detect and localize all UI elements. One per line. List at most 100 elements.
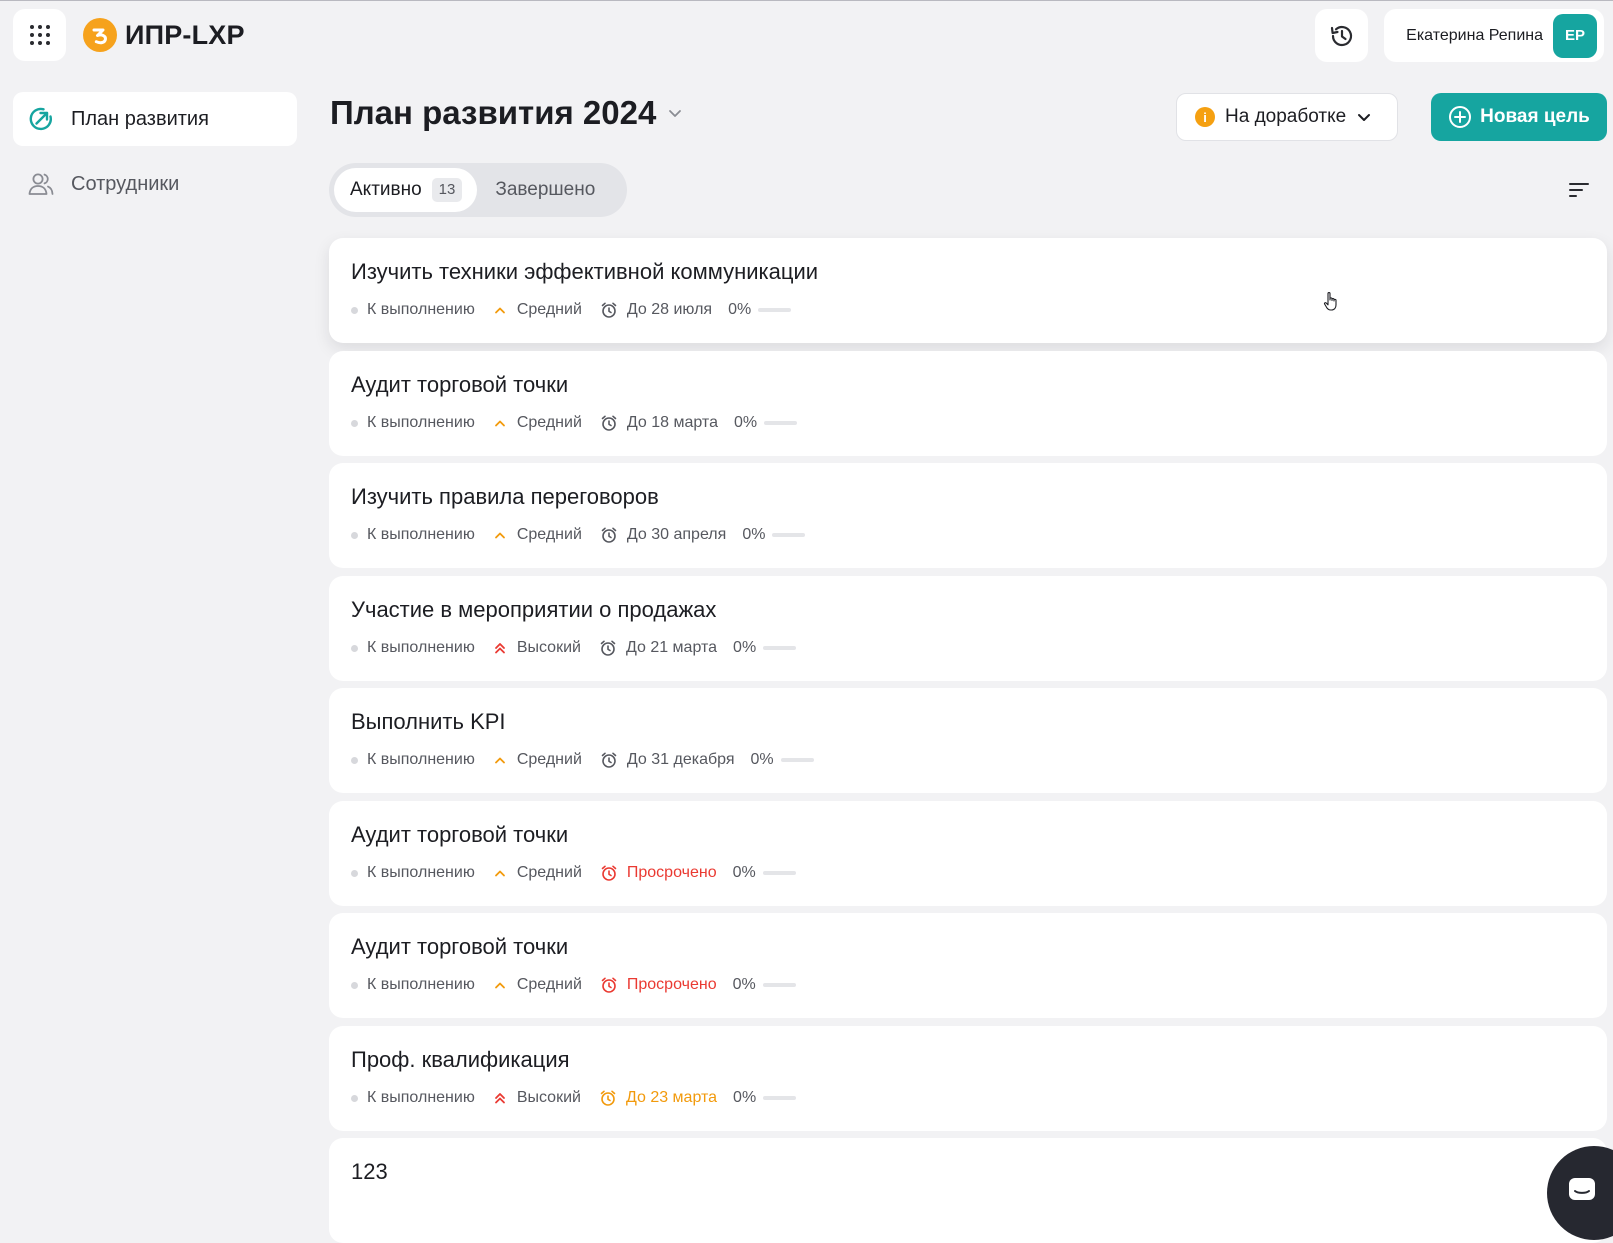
goal-progress-bar <box>758 308 792 312</box>
goal-card[interactable]: Аудит торговой точки К выполнению Средний Д… <box>329 351 1607 456</box>
goal-title: Участие в мероприятии о продажах <box>351 597 717 622</box>
status-dot <box>351 1094 358 1102</box>
goal-deadline: До 18 марта <box>626 414 718 431</box>
goal-priority: Высокий <box>516 1089 581 1106</box>
goal-progress-bar <box>764 421 798 425</box>
goal-progress-value: 0% <box>733 1089 757 1106</box>
goal-status: К выполнению <box>367 751 475 768</box>
goal-progress-bar <box>762 983 796 987</box>
goal-card[interactable]: Изучить правила переговоров К выполнению С… <box>329 463 1607 568</box>
goal-priority: Средний <box>516 751 582 768</box>
goal-title: 123 <box>351 1159 388 1184</box>
goal-title: Аудит торговой точки <box>351 822 569 847</box>
goal-meta: К выполнению Средний Просрочено 0% <box>351 863 1607 883</box>
pointer-cursor-icon <box>1323 292 1337 311</box>
status-filter-value: На доработке <box>1225 106 1347 127</box>
grid-icon <box>29 25 50 45</box>
goal-progress-value: 0% <box>750 751 774 768</box>
goal-card[interactable]: Участие в мероприятии о продажах К выполн… <box>329 576 1607 681</box>
goal-progress-bar <box>780 758 814 762</box>
goal-progress-bar <box>763 646 797 650</box>
chat-icon <box>1569 1178 1595 1200</box>
goal-progress-value: 0% <box>733 639 757 656</box>
goal-deadline: До 30 апреля <box>626 526 727 543</box>
goal-meta: К выполнению Средний До 30 апреля 0% <box>351 525 1607 545</box>
goal-card[interactable]: Аудит торговой точки К выполнению Средний П… <box>329 913 1607 1018</box>
goal-card[interactable]: Изучить техники эффективной коммуникации… <box>329 238 1607 343</box>
new-goal-button[interactable]: Новая цель <box>1431 93 1607 141</box>
status-dot <box>351 419 358 427</box>
history-button[interactable] <box>1315 9 1368 62</box>
goal-progress-value: 0% <box>728 301 752 318</box>
goal-tabs: Активно 13 Завершено <box>329 163 627 217</box>
goal-meta: К выполнению Высокий До 21 марта 0% <box>351 638 1607 658</box>
goal-progress-value: 0% <box>733 414 758 431</box>
goal-priority: Средний <box>516 976 582 993</box>
window-top-border <box>0 0 1613 1</box>
status-dot <box>351 981 358 989</box>
goal-title: Изучить техники эффективной коммуникации <box>351 259 819 284</box>
plan-title-dropdown[interactable]: План развития 2024 <box>330 94 682 132</box>
new-goal-label: Новая цель <box>1480 106 1590 127</box>
goal-title: Аудит торговой точки <box>351 372 569 397</box>
sort-icon[interactable] <box>1566 180 1592 200</box>
sidebar-item-development-plan[interactable]: План развития <box>13 92 297 146</box>
alarm-clock-icon <box>600 301 618 319</box>
apps-menu-button[interactable] <box>13 9 66 61</box>
goal-deadline: Просрочено <box>626 976 717 993</box>
status-filter-select[interactable]: i На доработке <box>1176 93 1398 141</box>
app-logo[interactable]: ИПР-LXP <box>83 18 245 52</box>
alarm-clock-icon <box>600 526 618 544</box>
chevron-up-icon <box>493 528 507 542</box>
tab-label: Завершено <box>495 179 596 200</box>
page-title: План развития 2024 <box>330 94 657 131</box>
sidebar-item-label: План развития <box>71 107 209 130</box>
goal-status: К выполнению <box>367 526 475 543</box>
tab-completed[interactable]: Завершено <box>477 168 613 212</box>
goal-priority: Средний <box>516 414 582 431</box>
status-dot <box>351 869 358 877</box>
alarm-clock-icon <box>600 751 618 769</box>
chevron-down-icon <box>1358 114 1371 121</box>
user-profile-button[interactable]: Екатерина Репина ЕР <box>1384 9 1604 62</box>
chevron-up-icon <box>493 303 507 317</box>
target-arrow-icon <box>27 105 55 133</box>
goal-progress-value: 0% <box>742 526 766 543</box>
goal-status: К выполнению <box>367 301 475 318</box>
status-dot <box>351 756 358 764</box>
users-icon <box>27 170 55 198</box>
goal-meta: К выполнению Средний До 28 июля 0% <box>351 300 1607 320</box>
goal-title: Выполнить KPI <box>351 709 506 734</box>
goal-priority: Высокий <box>516 639 581 656</box>
goal-status: К выполнению <box>367 976 475 993</box>
alarm-clock-icon <box>599 639 617 657</box>
goal-card[interactable]: Аудит торговой точки К выполнению Средний П… <box>329 801 1607 906</box>
goal-card[interactable]: Проф. квалификация К выполнению Высокий До … <box>329 1026 1607 1131</box>
goal-title: Аудит торговой точки <box>351 934 569 959</box>
tab-count-badge: 13 <box>431 178 463 202</box>
goal-priority: Средний <box>516 526 582 543</box>
tab-label: Активно <box>350 179 422 200</box>
alarm-clock-icon <box>600 414 618 432</box>
avatar: ЕР <box>1553 13 1597 58</box>
goal-deadline: Просрочено <box>626 864 717 881</box>
alarm-clock-icon <box>599 1089 617 1107</box>
goal-progress-bar <box>763 1096 797 1100</box>
goal-title: Проф. квалификация <box>351 1047 570 1072</box>
chevron-up-icon <box>493 866 507 880</box>
history-icon <box>1330 25 1352 46</box>
status-dot <box>351 644 358 652</box>
goal-card[interactable]: 123 <box>329 1138 1607 1243</box>
goal-meta: К выполнению Средний До 18 марта 0% <box>351 413 1607 433</box>
goal-card[interactable]: Выполнить KPI К выполнению Средний До 31 де… <box>329 688 1607 793</box>
status-dot <box>351 531 358 539</box>
user-name: Екатерина Репина <box>1406 26 1543 44</box>
goal-priority: Средний <box>516 301 582 318</box>
chevron-up-icon <box>493 416 507 430</box>
sidebar-item-employees[interactable]: Сотрудники <box>13 157 297 211</box>
goal-progress-bar <box>772 533 806 537</box>
chevron-up-icon <box>493 753 507 767</box>
goal-title: Изучить правила переговоров <box>351 484 659 509</box>
tab-active[interactable]: Активно 13 <box>334 168 478 212</box>
goal-deadline: До 28 июля <box>626 301 713 318</box>
